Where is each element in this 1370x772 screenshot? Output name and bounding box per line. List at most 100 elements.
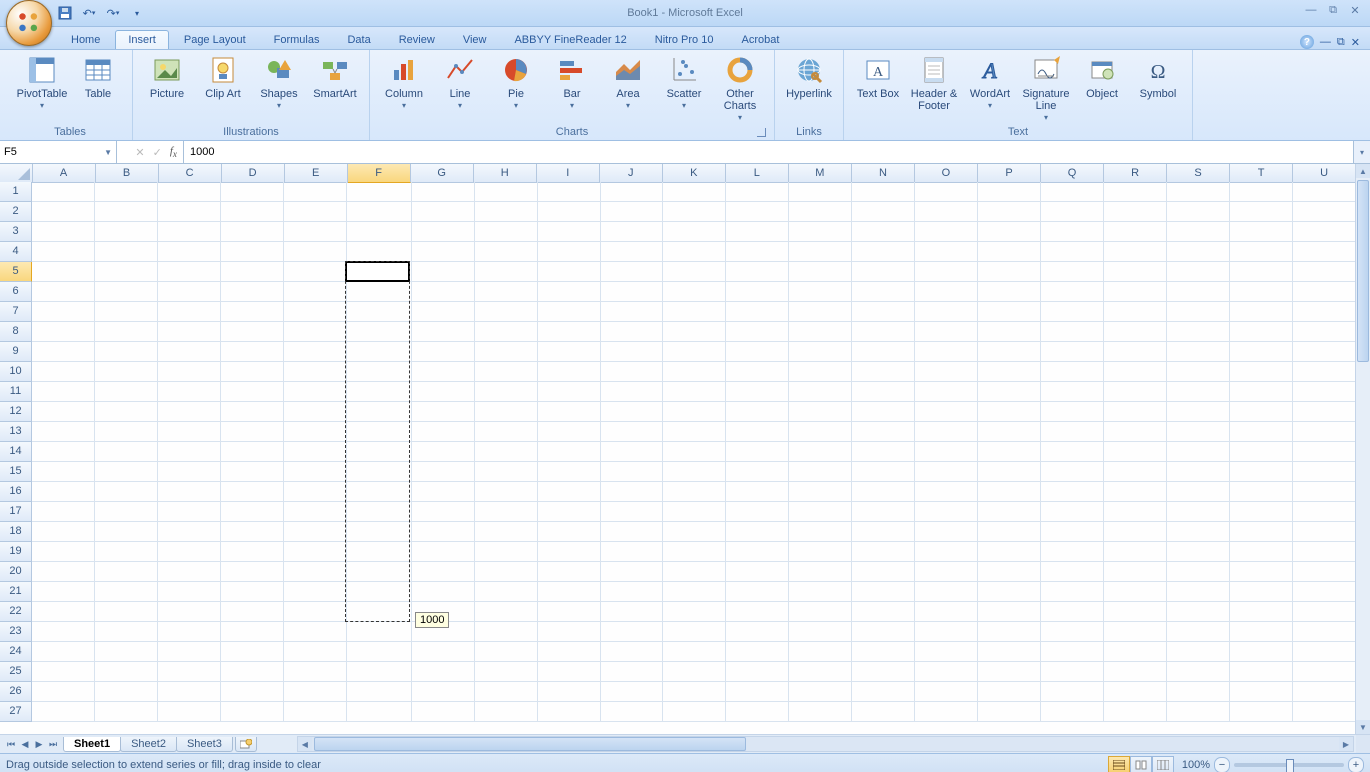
sheet-nav-last-icon[interactable]: ⏭ [46, 737, 60, 751]
vertical-scroll-thumb[interactable] [1357, 180, 1369, 362]
smartart-button[interactable]: SmartArt [307, 52, 363, 112]
sheet-tab-sheet2[interactable]: Sheet2 [120, 737, 177, 752]
tab-acrobat[interactable]: Acrobat [728, 30, 792, 49]
wordart-button[interactable]: AWordArt▾ [962, 52, 1018, 112]
row-header-19[interactable]: 19 [0, 542, 32, 562]
fx-icon[interactable]: fx [170, 145, 177, 159]
vertical-scrollbar[interactable]: ▲ ▼ [1355, 164, 1370, 734]
scroll-down-icon[interactable]: ▼ [1356, 720, 1370, 734]
row-header-23[interactable]: 23 [0, 622, 32, 642]
group-label-charts[interactable]: Charts [376, 125, 768, 140]
row-header-16[interactable]: 16 [0, 482, 32, 502]
tab-insert[interactable]: Insert [115, 30, 169, 49]
horizontal-scroll-thumb[interactable] [314, 737, 746, 751]
zoom-out-icon[interactable]: − [1214, 757, 1230, 772]
column-header-T[interactable]: T [1230, 164, 1293, 183]
row-header-17[interactable]: 17 [0, 502, 32, 522]
textbox-button[interactable]: AText Box [850, 52, 906, 112]
row-header-24[interactable]: 24 [0, 642, 32, 662]
redo-icon[interactable]: ↷▾ [104, 4, 122, 22]
column-header-A[interactable]: A [33, 164, 96, 183]
column-header-E[interactable]: E [285, 164, 348, 183]
pie-button[interactable]: Pie▾ [488, 52, 544, 112]
row-header-6[interactable]: 6 [0, 282, 32, 302]
row-header-9[interactable]: 9 [0, 342, 32, 362]
tab-formulas[interactable]: Formulas [261, 30, 333, 49]
bar-button[interactable]: Bar▾ [544, 52, 600, 112]
column-header-N[interactable]: N [852, 164, 915, 183]
row-header-1[interactable]: 1 [0, 182, 32, 202]
close-workbook-icon[interactable]: ✕ [1351, 36, 1360, 49]
row-header-5[interactable]: 5 [0, 262, 32, 282]
column-header-J[interactable]: J [600, 164, 663, 183]
sheet-nav-next-icon[interactable]: ▶ [32, 737, 46, 751]
headerfooter-button[interactable]: Header &Footer [906, 52, 962, 112]
column-header-B[interactable]: B [96, 164, 159, 183]
tab-abbyy-finereader-12[interactable]: ABBYY FineReader 12 [501, 30, 639, 49]
name-box[interactable]: F5 ▼ [0, 141, 117, 163]
normal-view-icon[interactable] [1108, 756, 1130, 772]
row-header-12[interactable]: 12 [0, 402, 32, 422]
sheet-tab-sheet3[interactable]: Sheet3 [176, 737, 233, 752]
zoom-level[interactable]: 100% [1182, 759, 1210, 771]
column-header-G[interactable]: G [411, 164, 474, 183]
help-icon[interactable]: ? [1300, 35, 1314, 49]
shapes-button[interactable]: Shapes▾ [251, 52, 307, 112]
zoom-slider[interactable] [1234, 763, 1344, 767]
row-header-13[interactable]: 13 [0, 422, 32, 442]
signature-button[interactable]: SignatureLine▾ [1018, 52, 1074, 124]
column-header-U[interactable]: U [1293, 164, 1356, 183]
cells-table[interactable]: 1000 [32, 182, 1356, 722]
row-header-4[interactable]: 4 [0, 242, 32, 262]
row-header-8[interactable]: 8 [0, 322, 32, 342]
pivottable-button[interactable]: PivotTable▾ [14, 52, 70, 112]
scatter-button[interactable]: Scatter▾ [656, 52, 712, 112]
restore-icon[interactable]: ⧉ [1324, 3, 1342, 17]
formula-bar-expand-icon[interactable]: ▾ [1353, 141, 1370, 163]
row-header-3[interactable]: 3 [0, 222, 32, 242]
sheet-resizer[interactable] [1356, 735, 1370, 753]
hyperlink-button[interactable]: Hyperlink [781, 52, 837, 112]
minimize-window-icon[interactable]: — [1320, 36, 1331, 48]
tab-home[interactable]: Home [58, 30, 113, 49]
column-header-C[interactable]: C [159, 164, 222, 183]
row-header-18[interactable]: 18 [0, 522, 32, 542]
table-button[interactable]: Table [70, 52, 126, 112]
tab-nitro-pro-10[interactable]: Nitro Pro 10 [642, 30, 727, 49]
tab-view[interactable]: View [450, 30, 500, 49]
insert-worksheet-icon[interactable] [235, 737, 257, 752]
row-header-14[interactable]: 14 [0, 442, 32, 462]
formula-input[interactable] [184, 145, 1353, 159]
column-header-Q[interactable]: Q [1041, 164, 1104, 183]
tab-page-layout[interactable]: Page Layout [171, 30, 259, 49]
row-header-15[interactable]: 15 [0, 462, 32, 482]
column-header-S[interactable]: S [1167, 164, 1230, 183]
row-header-22[interactable]: 22 [0, 602, 32, 622]
row-header-21[interactable]: 21 [0, 582, 32, 602]
othercharts-button[interactable]: OtherCharts▾ [712, 52, 768, 124]
zoom-in-icon[interactable]: + [1348, 757, 1364, 772]
row-header-7[interactable]: 7 [0, 302, 32, 322]
scroll-up-icon[interactable]: ▲ [1356, 164, 1370, 178]
clipart-button[interactable]: Clip Art [195, 52, 251, 112]
row-header-27[interactable]: 27 [0, 702, 32, 722]
save-icon[interactable] [56, 4, 74, 22]
row-header-25[interactable]: 25 [0, 662, 32, 682]
select-all-corner[interactable] [0, 164, 33, 183]
column-button[interactable]: Column▾ [376, 52, 432, 112]
column-header-F[interactable]: F [348, 164, 411, 183]
object-button[interactable]: Object [1074, 52, 1130, 112]
sheet-nav-first-icon[interactable]: ⏮ [4, 737, 18, 751]
scroll-right-icon[interactable]: ▶ [1339, 737, 1353, 751]
line-button[interactable]: Line▾ [432, 52, 488, 112]
worksheet-grid[interactable]: ABCDEFGHIJKLMNOPQRSTU 123456789101112131… [0, 164, 1370, 734]
column-header-L[interactable]: L [726, 164, 789, 183]
row-header-20[interactable]: 20 [0, 562, 32, 582]
close-icon[interactable]: ✕ [1346, 3, 1364, 17]
minimize-icon[interactable]: — [1302, 3, 1320, 17]
scroll-left-icon[interactable]: ◀ [298, 737, 312, 751]
column-header-O[interactable]: O [915, 164, 978, 183]
horizontal-scrollbar[interactable]: ◀ ▶ [297, 736, 1354, 752]
column-header-P[interactable]: P [978, 164, 1041, 183]
row-header-2[interactable]: 2 [0, 202, 32, 222]
